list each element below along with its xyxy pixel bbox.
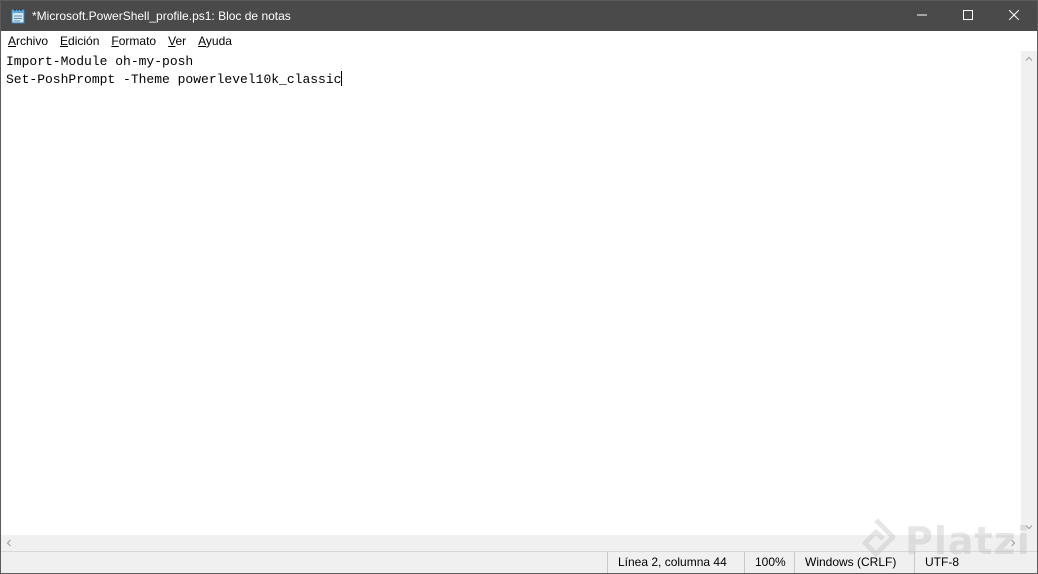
editor-line-2-text: Set-PoshPrompt -Theme powerlevel10k_clas… [6, 72, 342, 87]
editor-line-1: Import-Module oh-my-posh [6, 54, 194, 69]
chevron-left-icon [5, 534, 13, 552]
status-zoom: 100% [744, 552, 794, 573]
maximize-button[interactable] [945, 1, 991, 31]
menu-edicion[interactable]: Edición [54, 31, 105, 51]
text-caret [341, 71, 343, 86]
status-cursor-position: Línea 2, columna 44 [607, 552, 754, 573]
chevron-up-icon [1025, 50, 1033, 68]
platzi-logo-icon [853, 516, 899, 567]
menu-ayuda-accesskey: A [198, 34, 206, 48]
menu-archivo-label: rchivo [16, 34, 49, 48]
menu-edicion-accesskey: E [60, 34, 69, 48]
vertical-scrollbar[interactable] [1021, 51, 1037, 535]
scroll-left-button[interactable] [1, 535, 17, 551]
notepad-window: *Microsoft.PowerShell_profile.ps1: Bloc … [0, 0, 1038, 574]
editor-content[interactable]: Import-Module oh-my-posh Set-PoshPrompt -… [1, 51, 1021, 89]
editor-line-2: Set-PoshPrompt -Theme powerlevel10k_clas… [6, 71, 1021, 89]
menu-edicion-label: dición [68, 34, 100, 48]
watermark-text: Platzi [905, 519, 1031, 563]
maximize-icon [963, 7, 973, 25]
menu-formato-label: ormato [118, 34, 157, 48]
menu-ayuda-label: yuda [205, 34, 232, 48]
menu-formato[interactable]: Formato [105, 31, 162, 51]
notepad-icon[interactable] [10, 8, 26, 24]
title-bar[interactable]: *Microsoft.PowerShell_profile.ps1: Bloc … [1, 1, 1037, 31]
menu-archivo[interactable]: Archivo [2, 31, 54, 51]
menu-bar: Archivo Edición Formato Ver Ayuda [1, 31, 1037, 51]
minimize-button[interactable] [899, 1, 945, 31]
close-icon [1008, 7, 1020, 25]
window-title: *Microsoft.PowerShell_profile.ps1: Bloc … [32, 9, 291, 23]
window-controls [899, 1, 1037, 31]
close-button[interactable] [991, 1, 1037, 31]
menu-formato-accesskey: F [111, 34, 119, 48]
menu-archivo-accesskey: A [8, 34, 17, 48]
scroll-up-button[interactable] [1021, 51, 1037, 67]
platzi-watermark: Platzi [853, 511, 1033, 571]
menu-ver[interactable]: Ver [162, 31, 192, 51]
menu-ayuda[interactable]: Ayuda [192, 31, 238, 51]
menu-ver-label: er [175, 34, 187, 48]
minimize-icon [917, 7, 927, 25]
text-editor[interactable]: Import-Module oh-my-posh Set-PoshPrompt -… [1, 51, 1021, 535]
